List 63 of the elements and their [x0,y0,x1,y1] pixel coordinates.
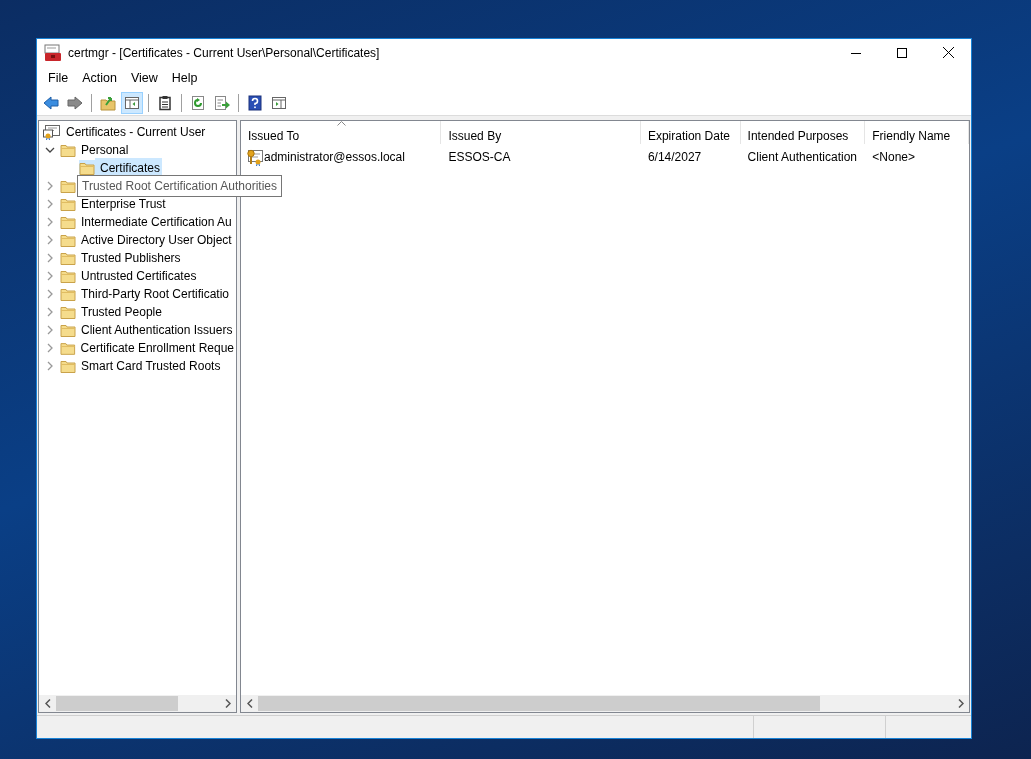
certificate-toolbox-icon [44,43,62,62]
folder-icon [79,160,95,176]
folder-icon [60,340,76,356]
forward-arrow-icon [67,94,83,111]
tree-item[interactable]: Personal [76,140,131,160]
chevron-left-icon [44,699,51,708]
tree-item[interactable]: Enterprise Trust [76,194,168,214]
tree-item[interactable]: Certificates [95,158,163,178]
close-icon [942,47,954,58]
tree-item[interactable]: Active Directory User Object [76,230,234,250]
folder-up-icon [100,94,116,111]
table-cell-text: administrator@essos.local [264,149,405,166]
scrollbar-thumb[interactable] [56,696,178,711]
refresh-icon [190,94,206,111]
export-list-icon [214,94,230,111]
certificate-icon [246,148,264,166]
window-title: certmgr - [Certificates - Current User\Personal\Certificates] [68,44,380,62]
tree-pane-icon [124,94,140,111]
tree-item[interactable]: Untrusted Certificates [76,266,199,286]
tree-item[interactable]: Trusted People [76,302,164,322]
maximize-icon [897,47,907,58]
table-cell: ESSOS-CA [448,150,511,164]
folder-icon [60,322,76,338]
folder-icon [60,358,76,374]
folder-icon [60,286,76,302]
certificate-store-icon [43,124,61,140]
menu-item[interactable]: File [41,68,76,88]
tooltip: Trusted Root Certification Authorities [77,175,282,197]
column-header[interactable]: Issued By [441,121,641,144]
folder-icon [60,232,76,248]
folder-icon [60,268,76,284]
column-header[interactable]: Friendly Name [865,121,969,144]
help-icon [247,94,263,111]
chevron-right-icon [957,699,964,708]
folder-icon [60,196,76,212]
table-cell: 6/14/2027 [647,150,702,164]
menu-item[interactable]: Action [75,68,124,88]
column-header[interactable]: Intended Purposes [740,121,866,144]
tree-item[interactable]: Third-Party Root Certificatio [76,284,232,304]
chevron-left-icon [246,699,253,708]
tree-item[interactable]: Intermediate Certification Au [76,212,234,232]
table-cell: <None> [872,150,915,164]
menu-item[interactable]: Help [164,68,205,88]
tree-item[interactable]: Certificate Enrollment Reque [75,338,236,358]
column-header[interactable]: Expiration Date [640,121,741,144]
folder-icon [60,142,76,158]
tree-pane-button[interactable] [121,91,143,114]
back-arrow-icon [43,94,59,111]
folder-icon [60,304,76,320]
menu-item[interactable]: View [123,68,165,88]
table-cell: Client Authentication [747,150,857,164]
folder-icon [60,214,76,230]
tree-item[interactable]: Certificates - Current User [61,122,208,142]
folder-icon [60,178,76,194]
action-pane-icon [271,94,287,111]
clipboard-icon [157,94,173,111]
folder-icon [60,250,76,266]
tree-item[interactable]: Client Authentication Issuers [76,320,235,340]
column-header[interactable]: Issued To [241,121,442,144]
tree-item[interactable]: Smart Card Trusted Roots [76,356,223,376]
scrollbar-thumb[interactable] [258,696,820,711]
tree-item[interactable]: Trusted Publishers [76,248,183,268]
chevron-right-icon [224,699,231,708]
